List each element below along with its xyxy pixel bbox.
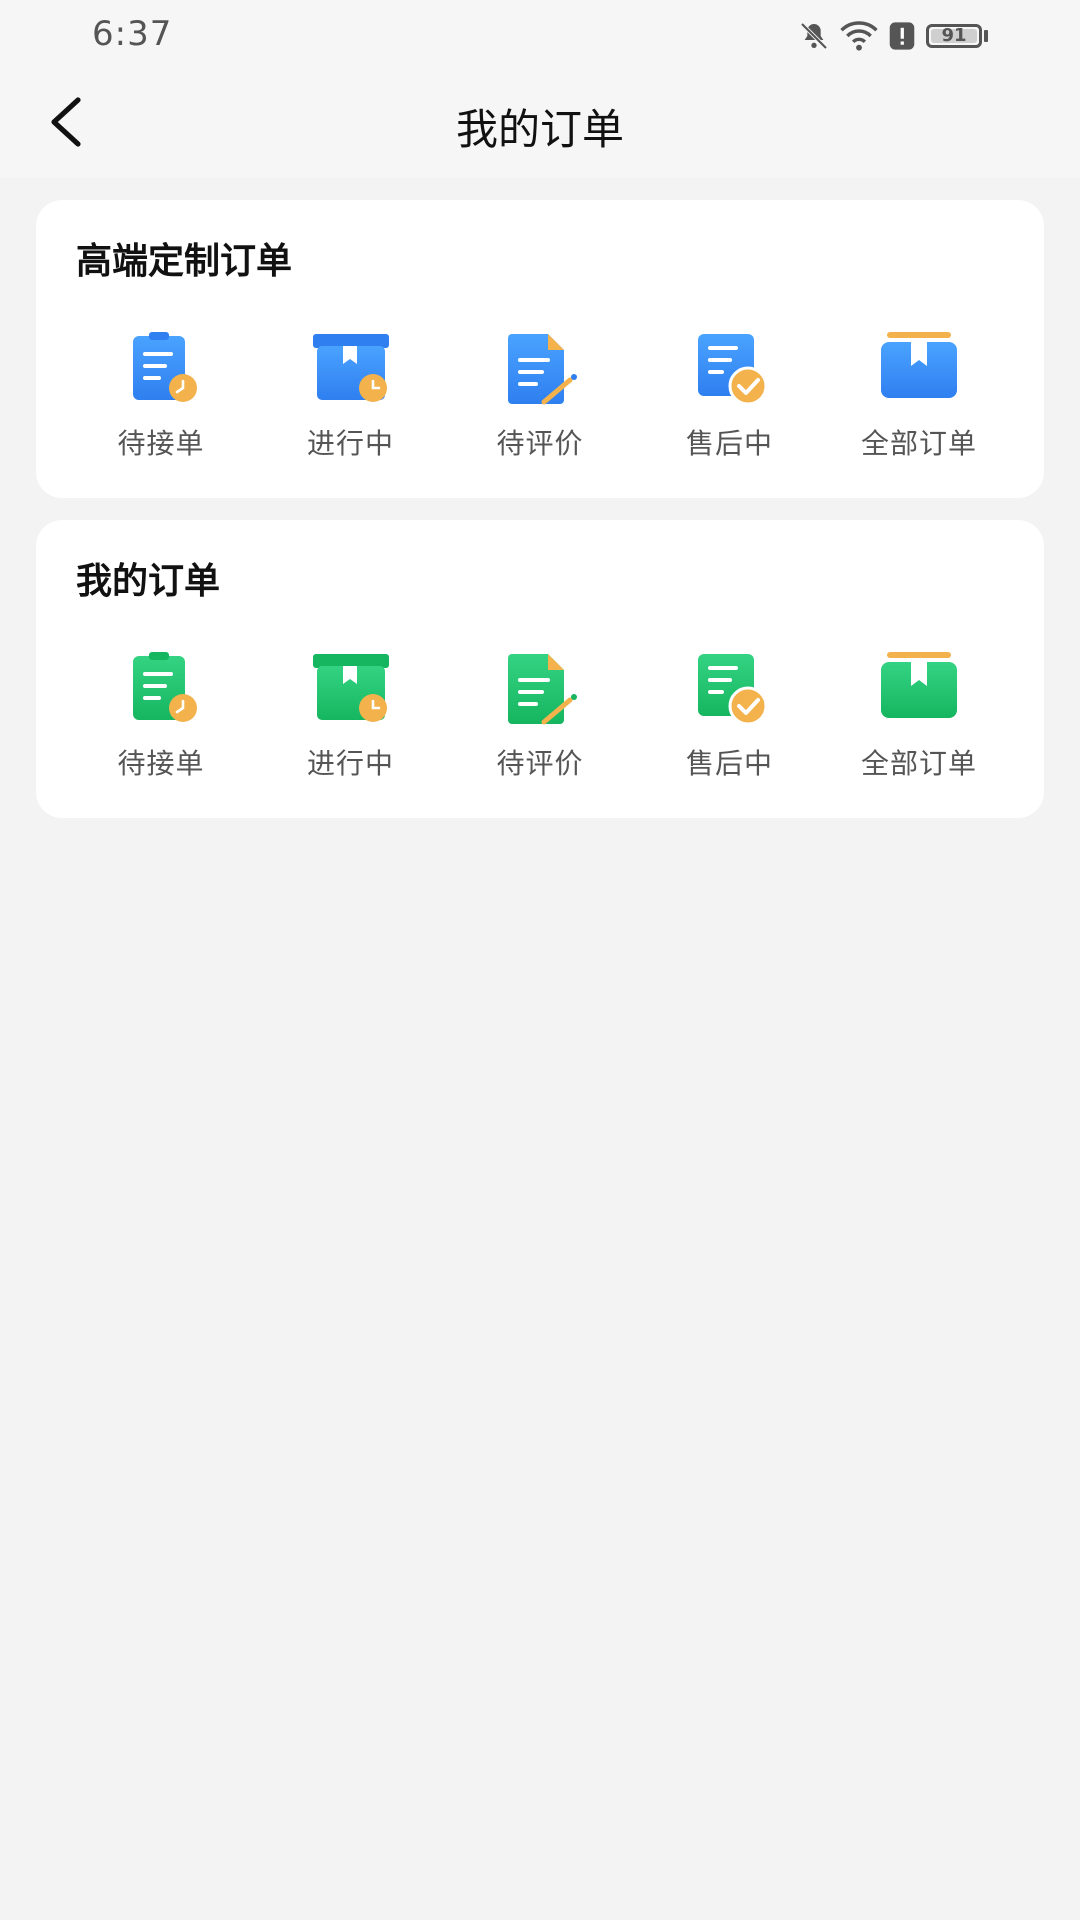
review-document-icon (508, 334, 577, 405)
order-review-button[interactable]: 待评价 (455, 650, 625, 790)
order-all-button[interactable]: 全部订单 (834, 650, 1004, 790)
all-orders-box-icon (881, 652, 957, 718)
status-time: 6:37 (92, 14, 173, 54)
item-label: 待评价 (496, 747, 584, 780)
order-status-row: 待接单 进行中 待评价 售后中 全部订单 (76, 330, 1004, 470)
section-title: 我的订单 (76, 561, 221, 602)
my-orders-card: 我的订单 待接单 进行中 待评价 售后中 全部订单 (36, 520, 1044, 818)
status-icons: 91 (798, 18, 988, 54)
order-in-progress-button[interactable]: 进行中 (266, 650, 436, 790)
page-title: 我的订单 (455, 105, 624, 154)
custom-orders-card: 高端定制订单 待接单 进行中 待评价 售后中 全部订单 (36, 200, 1044, 498)
alert-icon (889, 22, 915, 50)
item-label: 进行中 (306, 747, 394, 780)
item-label: 待接单 (117, 747, 205, 780)
order-after-sale-button[interactable]: 售后中 (645, 330, 815, 470)
item-label: 全部订单 (860, 747, 977, 780)
order-review-button[interactable]: 待评价 (455, 330, 625, 470)
order-pending-button[interactable]: 待接单 (76, 650, 246, 790)
status-bar: 6:37 91 (0, 0, 1080, 72)
item-label: 全部订单 (860, 427, 977, 460)
item-label: 售后中 (685, 427, 773, 460)
order-pending-button[interactable]: 待接单 (76, 330, 246, 470)
pending-clipboard-icon (133, 332, 197, 402)
in-progress-box-icon (312, 334, 389, 402)
all-orders-box-icon (881, 332, 957, 398)
battery-tip (984, 30, 988, 42)
order-after-sale-button[interactable]: 售后中 (645, 650, 815, 790)
section-title: 高端定制订单 (76, 241, 293, 282)
item-label: 待接单 (117, 427, 205, 460)
navigation-bar: 我的订单 (0, 72, 1080, 178)
after-sale-check-icon (697, 654, 767, 726)
order-all-button[interactable]: 全部订单 (834, 330, 1004, 470)
pending-clipboard-icon (133, 652, 197, 722)
item-label: 售后中 (685, 747, 773, 780)
battery-icon: 91 (926, 24, 982, 48)
item-label: 待评价 (496, 427, 584, 460)
order-in-progress-button[interactable]: 进行中 (266, 330, 436, 470)
after-sale-check-icon (697, 334, 767, 406)
in-progress-box-icon (312, 654, 389, 722)
item-label: 进行中 (306, 427, 394, 460)
battery-level: 91 (941, 25, 967, 46)
review-document-icon (508, 654, 577, 725)
wifi-icon (840, 21, 878, 51)
bell-off-icon (800, 22, 828, 50)
order-status-row: 待接单 进行中 待评价 售后中 全部订单 (76, 650, 1004, 790)
